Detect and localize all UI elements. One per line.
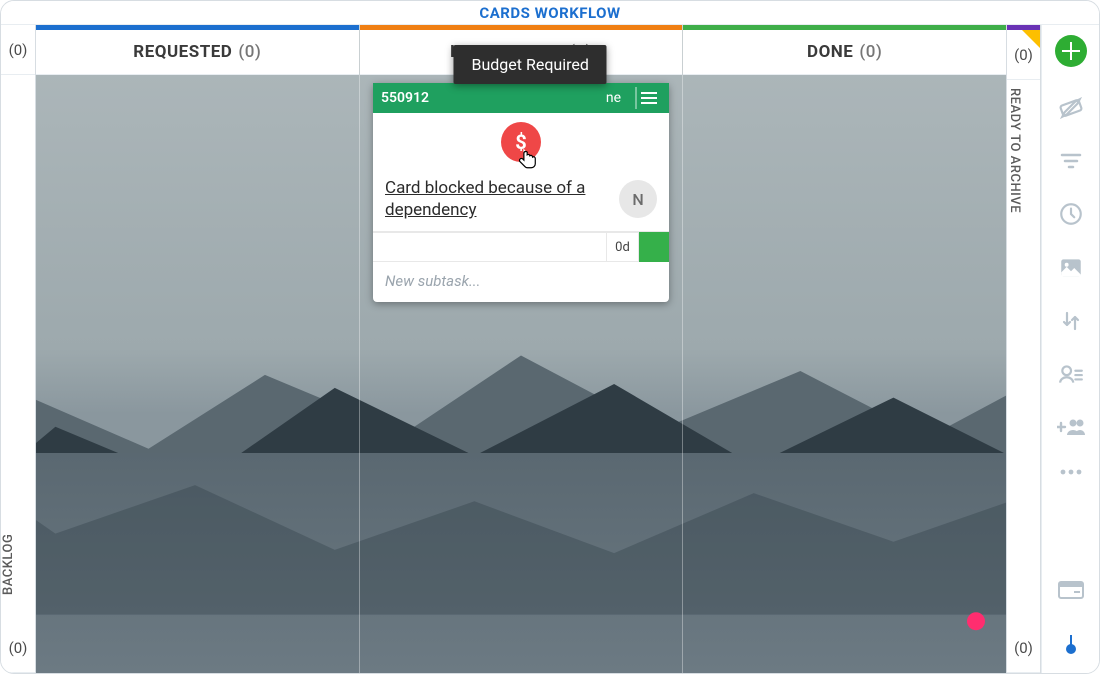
in-progress-body[interactable]: Budget Required 550912 ne $ <box>360 75 683 673</box>
card-id[interactable]: 550912 <box>381 90 429 106</box>
backlog-label: BACKLOG <box>1 75 16 603</box>
plus-icon <box>1062 42 1080 60</box>
requested-header-label: REQUESTED <box>133 42 232 62</box>
card-owner-avatar[interactable]: N <box>619 180 657 218</box>
subtask-duration[interactable]: 0d <box>607 232 639 262</box>
notification-dot[interactable] <box>967 612 985 630</box>
column-in-progress[interactable]: IN PROGRESS (1) Budget Required 550912 n… <box>359 25 683 673</box>
column-done[interactable]: DONE (0) <box>682 25 1006 673</box>
requested-header-count: (0) <box>238 42 261 62</box>
card-settings-icon[interactable] <box>1058 581 1084 601</box>
blocker-tooltip: Budget Required <box>453 45 606 84</box>
card-assigned-fragment: ne <box>600 90 627 106</box>
kanban-card[interactable]: Budget Required 550912 ne $ <box>373 83 669 302</box>
dollar-icon: $ <box>515 130 526 154</box>
requested-body[interactable] <box>36 75 359 673</box>
more-icon[interactable] <box>1059 467 1083 477</box>
sort-icon[interactable] <box>1059 309 1083 333</box>
backlog-count-top: (0) <box>1 25 35 75</box>
backlog-collapsed-column[interactable]: (0) BACKLOG (0) <box>1 25 36 673</box>
card-title[interactable]: Card blocked because of a dependency <box>385 177 609 221</box>
filter-icon[interactable] <box>1059 149 1083 173</box>
board-area: (0) BACKLOG (0) (0) READY TO ARCHIVE (0) <box>1 25 1041 673</box>
archive-label: READY TO ARCHIVE <box>1007 80 1022 608</box>
side-toolbar <box>1041 25 1099 673</box>
card-title-row: Card blocked because of a dependency N <box>373 171 669 232</box>
kanban-app: CARDS WORKFLOW (0) BACKLOG (0) (0) READY… <box>0 0 1100 674</box>
done-header-count: (0) <box>859 42 882 62</box>
subtask-complete-button[interactable] <box>639 232 669 262</box>
timeline-handle[interactable] <box>1064 635 1078 665</box>
card-subtask-row: 0d <box>373 232 669 262</box>
backlog-count-bottom: (0) <box>1 623 35 673</box>
done-header-label: DONE <box>807 42 853 62</box>
new-subtask-input[interactable]: New subtask... <box>373 262 669 302</box>
ticket-icon[interactable] <box>1058 95 1084 121</box>
add-card-button[interactable] <box>1055 35 1087 67</box>
ready-to-archive-collapsed-column[interactable]: (0) READY TO ARCHIVE (0) <box>1006 25 1041 673</box>
board-title: CARDS WORKFLOW <box>1 1 1099 25</box>
board-title-text: CARDS WORKFLOW <box>479 4 620 22</box>
archive-count-bottom: (0) <box>1007 623 1040 673</box>
budget-blocker-badge[interactable]: $ <box>501 122 541 162</box>
image-icon[interactable] <box>1058 255 1084 281</box>
archive-wip-triangle-icon <box>1022 30 1040 48</box>
columns-container: REQUESTED (0) IN PROGRESS (1) Budget Req… <box>36 25 1006 673</box>
subtask-progress-bar[interactable] <box>373 232 607 262</box>
add-group-icon[interactable] <box>1057 415 1085 439</box>
blocker-tooltip-text: Budget Required <box>471 55 588 74</box>
card-owner-initial: N <box>632 190 643 209</box>
requested-header[interactable]: REQUESTED (0) <box>36 30 359 75</box>
card-header: 550912 ne <box>373 83 669 113</box>
card-menu-button[interactable] <box>635 87 661 109</box>
clock-icon[interactable] <box>1058 201 1084 227</box>
user-list-icon[interactable] <box>1058 361 1084 387</box>
done-header[interactable]: DONE (0) <box>683 30 1006 75</box>
done-body[interactable] <box>683 75 1006 673</box>
column-requested[interactable]: REQUESTED (0) <box>36 25 359 673</box>
card-blocker-row: $ <box>373 113 669 171</box>
